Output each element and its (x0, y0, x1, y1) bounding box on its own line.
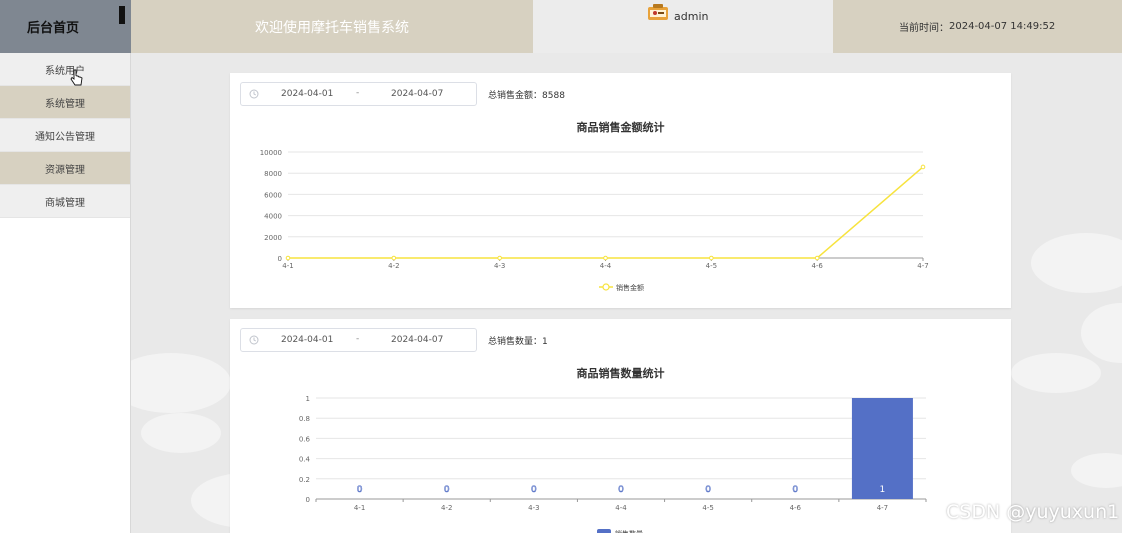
sidebar-item-label: 系统管理 (45, 98, 85, 110)
x-tick-label: 4-7 (917, 262, 928, 270)
y-tick-label: 10000 (260, 149, 282, 157)
x-tick-label: 4-6 (811, 262, 823, 270)
x-tick-label: 4-3 (494, 262, 505, 270)
data-point (709, 255, 714, 261)
user-info[interactable]: admin (533, 0, 833, 53)
x-tick-label: 4-4 (600, 262, 612, 270)
current-time: 当前时间： 2024-04-07 14:49:52 (833, 0, 1122, 53)
y-tick-label: 6000 (264, 191, 282, 199)
data-point (285, 255, 291, 261)
welcome-banner: 欢迎使用摩托车销售系统 (131, 0, 533, 53)
data-label: 1 (880, 485, 886, 495)
sidebar-item-mall-management[interactable]: 商城管理 (0, 185, 130, 218)
data-label: 0 (531, 485, 537, 495)
y-tick-label: 0.2 (299, 476, 310, 484)
y-tick-label: 2000 (264, 234, 282, 242)
x-tick-label: 4-4 (615, 504, 627, 512)
sales-quantity-bar-chart: 0 0.2 0.4 0.6 0.8 1 4-1 0 4-2 0 4-3 0 4-4 0 4-5 0 4-6 0 4-… (299, 395, 927, 533)
x-tick-label: 4-1 (354, 504, 365, 512)
x-tick-label: 4-5 (702, 504, 713, 512)
sidebar-item-label: 资源管理 (45, 164, 85, 176)
sidebar-item-label: 通知公告管理 (35, 131, 95, 143)
data-point (814, 255, 820, 261)
sidebar-item-notice-management[interactable]: 通知公告管理 (0, 119, 130, 152)
brand-title: 后台首页 (27, 21, 80, 36)
y-tick-label: 0.6 (299, 435, 311, 443)
y-tick-label: 8000 (264, 170, 282, 178)
sidebar-item-system-management[interactable]: 系统管理 (0, 86, 130, 119)
y-tick-label: 0.8 (299, 415, 310, 423)
x-tick-label: 4-6 (790, 504, 802, 512)
home-link[interactable]: 后台首页 (0, 0, 131, 53)
y-tick-label: 4000 (264, 213, 282, 221)
time-value: 2024-04-07 14:49:52 (949, 21, 1056, 32)
data-point (391, 255, 397, 261)
welcome-text: 欢迎使用摩托车销售系统 (255, 19, 409, 36)
menu-toggle-icon[interactable] (119, 6, 125, 24)
hand-cursor-icon (70, 69, 83, 86)
data-label: 0 (792, 485, 798, 495)
sidebar-item-resource-management[interactable]: 资源管理 (0, 152, 130, 185)
legend-label: 销售金额 (616, 283, 644, 292)
watermark: CSDN @yuyuxun1 (946, 501, 1120, 523)
legend-label: 销售数量 (615, 529, 643, 533)
x-tick-label: 4-1 (282, 262, 293, 270)
x-tick-label: 4-2 (388, 262, 399, 270)
x-tick-label: 4-3 (528, 504, 539, 512)
data-label: 0 (357, 485, 363, 495)
sidebar: 系统用户 系统管理 通知公告管理 资源管理 商城管理 (0, 53, 131, 533)
bar (851, 398, 913, 499)
y-tick-label: 1 (306, 395, 310, 403)
sales-amount-card: 2024-04-01 - 2024-04-07 总销售金额：8588 商品销售金… (230, 73, 1011, 308)
y-tick-label: 0.4 (299, 456, 311, 464)
y-tick-label: 0 (306, 496, 310, 504)
data-label: 0 (705, 485, 711, 495)
avatar-icon (648, 4, 668, 20)
x-tick-label: 4-2 (441, 504, 452, 512)
sales-amount-line-chart: 02000400060008000100004-1 4-2 4-3 4-4 4-5 4-6… (260, 149, 929, 292)
username: admin (674, 10, 709, 23)
series-line (288, 166, 924, 259)
time-label: 当前时间： (899, 23, 949, 34)
data-point (603, 255, 608, 261)
sales-quantity-card: 2024-04-01 - 2024-04-07 总销售数量：1 商品销售数量统计… (230, 319, 1011, 533)
top-header: 后台首页 欢迎使用摩托车销售系统 admin 当前时间： 2024-04-07 … (0, 0, 1122, 53)
data-label: 0 (444, 485, 450, 495)
data-point (497, 255, 502, 261)
sidebar-item-label: 商城管理 (45, 197, 85, 209)
x-tick-label: 4-7 (877, 504, 888, 512)
legend-marker (602, 283, 610, 291)
sidebar-item-system-users[interactable]: 系统用户 (0, 53, 130, 86)
legend-swatch (597, 529, 611, 533)
data-point (920, 164, 926, 170)
x-tick-label: 4-5 (706, 262, 717, 270)
data-label: 0 (618, 485, 624, 495)
